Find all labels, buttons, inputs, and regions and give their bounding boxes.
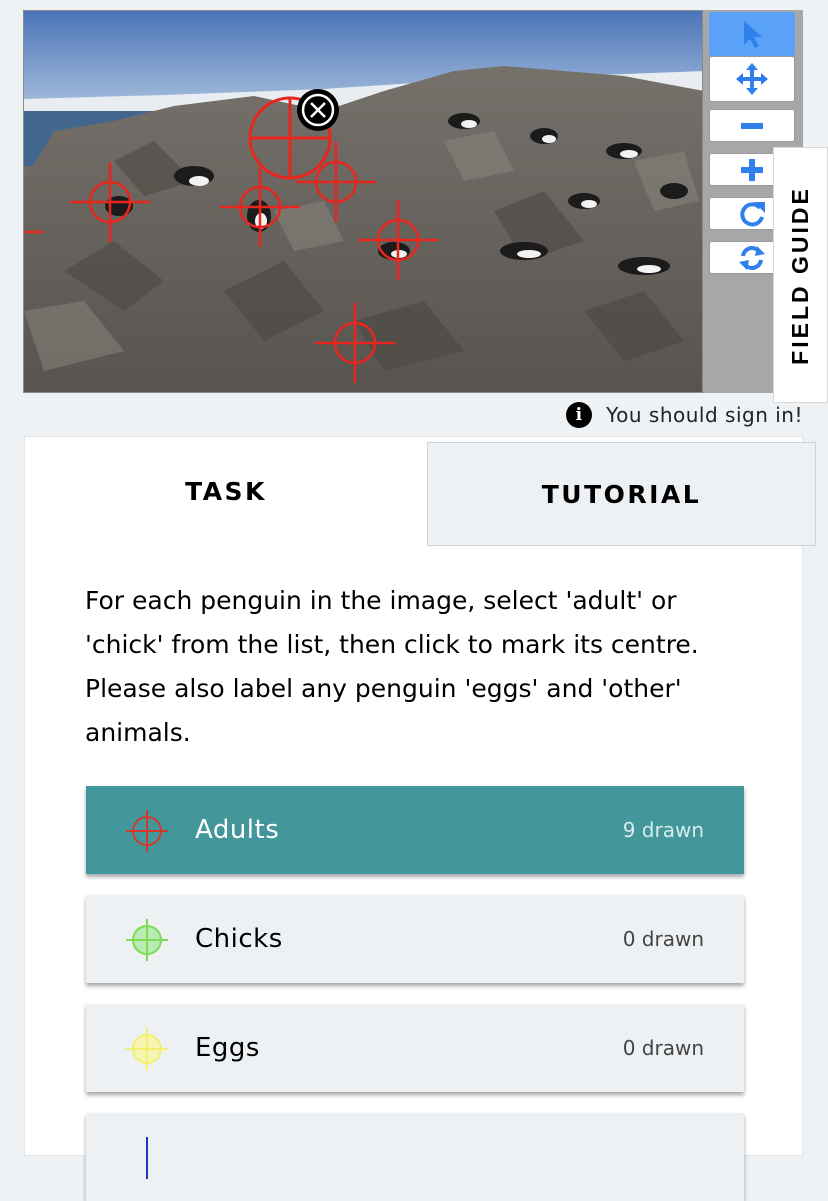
minus-icon — [741, 122, 763, 129]
task-instructions: For each penguin in the image, select 'a… — [85, 586, 699, 747]
delete-marker-icon[interactable] — [297, 89, 339, 131]
subject-image-viewer[interactable] — [23, 10, 703, 393]
field-guide-label: FIELD GUIDE — [787, 185, 814, 365]
field-guide-tab[interactable]: FIELD GUIDE — [773, 147, 828, 403]
crosshair-red-icon — [126, 810, 168, 852]
choice-count: 9 drawn — [622, 818, 704, 842]
tab-tutorial[interactable]: TUTORIAL — [427, 442, 816, 546]
pan-tool-button[interactable] — [709, 56, 795, 102]
task-panel: TASK TUTORIAL For each penguin in the im… — [24, 436, 816, 1201]
pointer-arrow-icon — [744, 21, 762, 48]
rotate-icon — [740, 201, 765, 226]
move-arrows-icon — [736, 63, 768, 95]
plus-icon — [741, 158, 763, 181]
choice-eggs[interactable]: Eggs 0 drawn — [86, 1004, 744, 1092]
refresh-icon — [739, 245, 765, 270]
choice-label: Eggs — [195, 1033, 260, 1063]
task-tabs: TASK TUTORIAL — [25, 437, 816, 547]
choice-label: Chicks — [195, 924, 283, 954]
info-icon: i — [566, 402, 593, 428]
choice-other[interactable] — [86, 1113, 744, 1201]
penguin-colony-photo[interactable] — [24, 11, 703, 393]
signin-text: You should sign in! — [606, 403, 803, 427]
tab-task[interactable]: TASK — [25, 437, 427, 546]
select-tool-button[interactable] — [709, 12, 795, 56]
choice-count: 0 drawn — [622, 927, 704, 951]
zoom-out-button[interactable] — [709, 109, 795, 142]
crosshair-green-icon — [126, 919, 168, 961]
choice-adults[interactable]: Adults 9 drawn — [86, 786, 744, 874]
crosshair-yellow-icon — [126, 1028, 168, 1070]
signin-notice: i You should sign in! — [566, 399, 803, 431]
choice-chicks[interactable]: Chicks 0 drawn — [86, 895, 744, 983]
choice-label: Adults — [195, 815, 280, 845]
crosshair-blue-icon — [146, 1137, 148, 1179]
choice-count: 0 drawn — [622, 1036, 704, 1060]
